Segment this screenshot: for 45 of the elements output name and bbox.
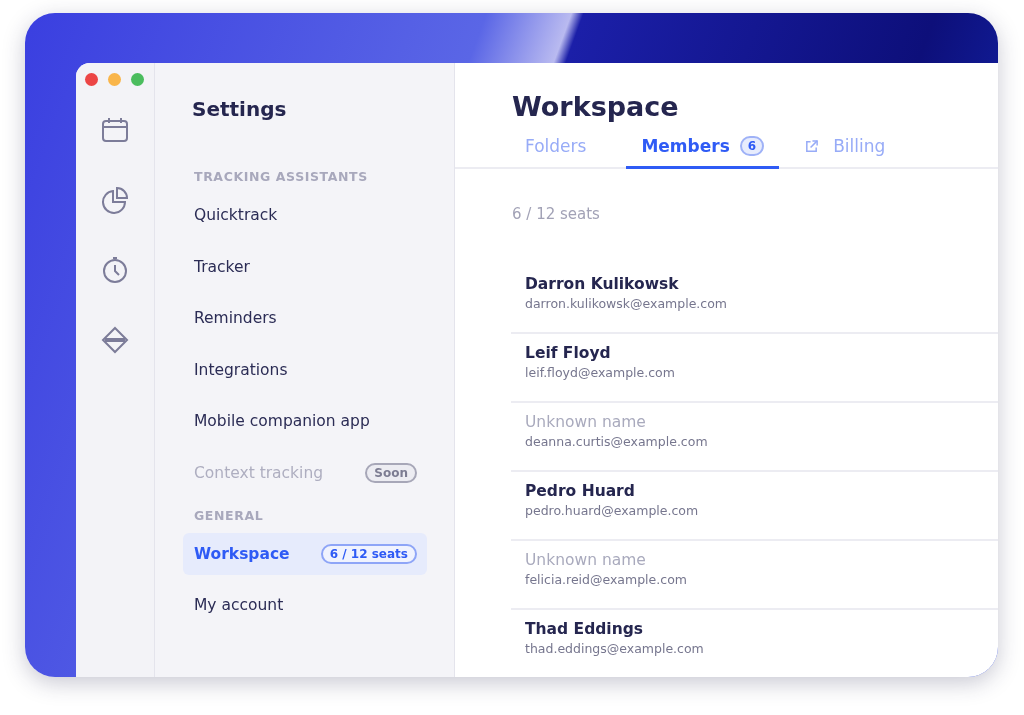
- tab-label: Members: [641, 136, 730, 156]
- sidebar-item[interactable]: Mobile companion app: [183, 400, 427, 442]
- sidebar-item-label: Context tracking: [194, 463, 324, 482]
- sidebar-item-label: Workspace: [194, 544, 290, 563]
- sidebar-item[interactable]: Quicktrack: [183, 194, 427, 236]
- sidebar-item-label: Tracker: [194, 257, 250, 276]
- member-email: felicia.reid@example.com: [525, 572, 688, 587]
- sidebar-item-label: Mobile companion app: [194, 412, 370, 430]
- seat-count: 6 / 12 seats: [511, 205, 601, 223]
- status-badge: Soon: [365, 462, 417, 483]
- tab-label: Folders: [525, 136, 587, 156]
- sidebar-item-label: Reminders: [194, 309, 277, 327]
- sidebar-item[interactable]: Reminders: [183, 297, 427, 339]
- sidebar-item-label: Quicktrack: [194, 206, 278, 224]
- member-name: Unknown name: [525, 413, 647, 431]
- page-title: Workspace: [511, 91, 680, 122]
- pie-chart-icon[interactable]: [101, 186, 129, 214]
- status-badge: 6 / 12 seats: [320, 543, 417, 564]
- member-email: leif.floyd@example.com: [525, 365, 676, 380]
- sidebar-item[interactable]: My account: [183, 584, 427, 626]
- member-email: darron.kulikowsk@example.com: [525, 296, 729, 311]
- member-email: pedro.huard@example.com: [525, 503, 700, 518]
- section-heading: GENERAL: [193, 507, 265, 523]
- calendar-icon[interactable]: [101, 116, 129, 144]
- diamond-icon[interactable]: [101, 326, 129, 354]
- sidebar-item-label: My account: [194, 596, 284, 614]
- tab-label: Billing: [833, 136, 886, 156]
- tab[interactable]: Members 6: [626, 132, 780, 169]
- sidebar-item[interactable]: Integrations: [183, 348, 427, 391]
- member-name: Unknown name: [525, 551, 647, 569]
- stopwatch-icon[interactable]: [101, 256, 129, 284]
- member-name: Leif Floyd: [525, 344, 612, 362]
- member-email: deanna.curtis@example.com: [525, 434, 709, 449]
- count-badge: 6: [739, 136, 765, 156]
- window-zoom-button[interactable]: [131, 73, 144, 86]
- window-close-button[interactable]: [85, 73, 98, 86]
- sidebar-title: Settings: [191, 97, 288, 121]
- member-name: Thad Eddings: [525, 620, 644, 638]
- section-heading: TRACKING ASSISTANTS: [193, 169, 369, 184]
- sidebar-item[interactable]: Workspace 6 / 12 seats: [183, 532, 427, 575]
- member-name: Pedro Huard: [525, 482, 636, 500]
- member-email: thad.eddings@example.com: [525, 641, 705, 656]
- sidebar-item[interactable]: Tracker: [183, 245, 427, 288]
- sidebar-item-label: Integrations: [194, 360, 288, 379]
- member-name: Darron Kulikowsk: [525, 275, 680, 293]
